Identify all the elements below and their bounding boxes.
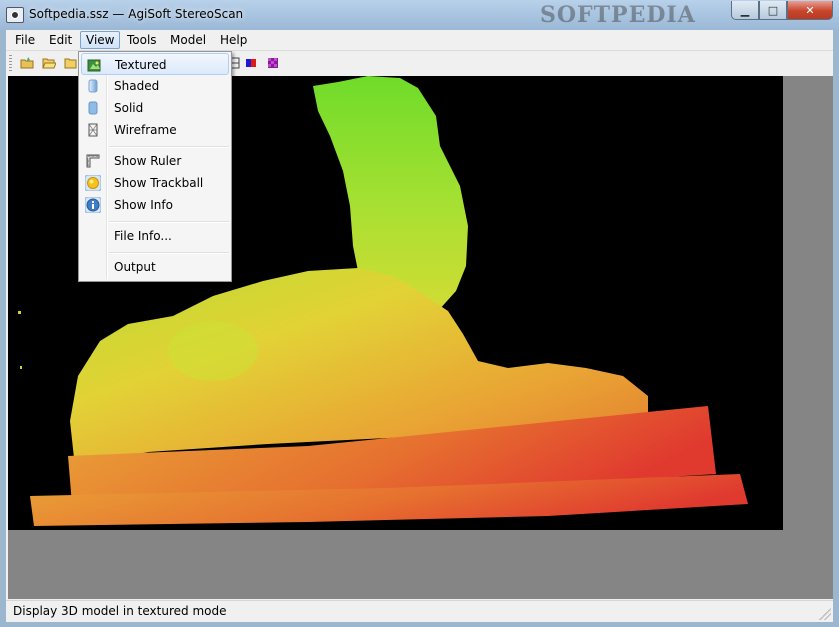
menu-item-show-info[interactable]: Show Info (81, 194, 229, 216)
menu-item-output[interactable]: Output (81, 256, 229, 278)
menu-file[interactable]: File (10, 32, 40, 48)
maximize-icon: □ (767, 3, 779, 17)
status-text: Display 3D model in textured mode (13, 604, 227, 618)
title-bar[interactable]: Softpedia.ssz — AgiSoft StereoScan SOFTP… (0, 0, 839, 30)
menu-item-label: Show Info (114, 198, 173, 212)
app-camera-icon (6, 7, 24, 23)
viewport-right-margin (783, 76, 833, 530)
purple-checker-icon (268, 58, 278, 68)
view-menu-dropdown: Textured Shaded Solid Wireframe Show Rul… (78, 51, 232, 282)
open-folder-icon (42, 58, 56, 69)
red-blue-stereo-icon (246, 59, 256, 67)
close-icon: ✕ (805, 3, 815, 17)
menu-item-label: Show Trackball (114, 176, 204, 190)
menu-tools[interactable]: Tools (122, 32, 162, 48)
menu-item-show-ruler[interactable]: Show Ruler (81, 150, 229, 172)
model-speckle (18, 311, 21, 314)
menu-view[interactable]: View (80, 31, 121, 49)
viewport-bottom-area (8, 530, 833, 599)
menu-edit[interactable]: Edit (44, 32, 77, 48)
stereo-button[interactable] (242, 55, 260, 72)
trackball-icon (85, 175, 101, 191)
menu-item-show-trackball[interactable]: Show Trackball (81, 172, 229, 194)
minimize-button[interactable]: ▁ (731, 1, 759, 20)
softpedia-watermark: SOFTPEDIA (540, 2, 696, 28)
ruler-icon (86, 154, 100, 168)
open-folder-2-icon (64, 58, 77, 69)
new-project-button[interactable] (18, 55, 36, 72)
menu-item-wireframe[interactable]: Wireframe (81, 119, 229, 141)
menu-bar: File Edit View Tools Model Help (6, 30, 833, 51)
resize-grip[interactable] (819, 608, 831, 620)
wireframe-mode-icon (88, 123, 98, 137)
menu-item-label: Output (114, 260, 156, 274)
menu-separator (109, 146, 229, 148)
menu-item-file-info[interactable]: File Info... (81, 225, 229, 247)
menu-item-shaded[interactable]: Shaded (81, 75, 229, 97)
menu-item-label: Wireframe (114, 123, 177, 137)
menu-item-label: Show Ruler (114, 154, 182, 168)
info-icon (85, 197, 101, 213)
maximize-button[interactable]: □ (759, 1, 787, 20)
minimize-icon: ▁ (740, 3, 750, 17)
menu-item-label: Solid (114, 101, 144, 115)
menu-model[interactable]: Model (165, 32, 211, 48)
status-bar: Display 3D model in textured mode (6, 600, 833, 622)
solid-mode-icon (88, 101, 98, 115)
open-button[interactable] (40, 55, 58, 72)
menu-separator (109, 252, 229, 254)
menu-item-label: File Info... (114, 229, 172, 243)
window-title: Softpedia.ssz — AgiSoft StereoScan (29, 7, 244, 21)
menu-item-textured[interactable]: Textured (81, 53, 229, 75)
menu-item-label: Textured (115, 58, 167, 72)
menu-separator (109, 221, 229, 223)
new-project-icon (20, 57, 34, 69)
shaded-mode-icon (88, 79, 98, 93)
textured-mode-icon (87, 59, 101, 72)
model-speckle (20, 366, 22, 369)
toolbar-grip[interactable] (9, 55, 12, 71)
menu-item-label: Shaded (114, 79, 160, 93)
model-highlight (168, 321, 258, 381)
menu-help[interactable]: Help (215, 32, 252, 48)
menu-item-solid[interactable]: Solid (81, 97, 229, 119)
checker-button[interactable] (264, 55, 282, 72)
close-button[interactable]: ✕ (787, 1, 833, 20)
